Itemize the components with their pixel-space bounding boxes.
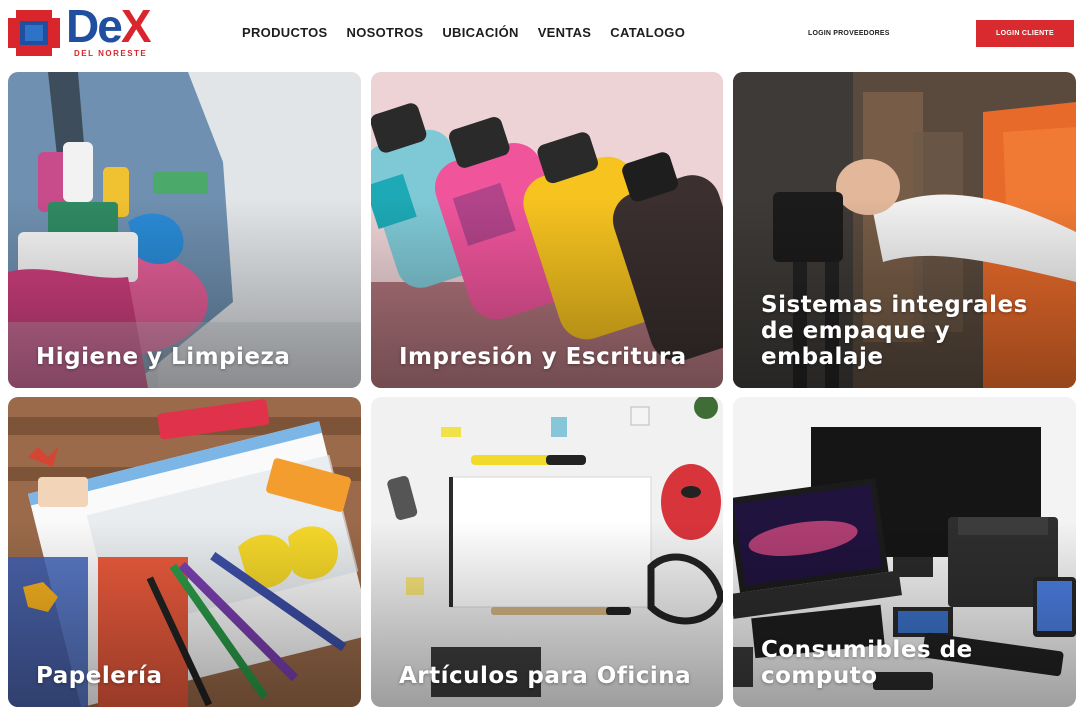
category-title: Artículos para Oficina [399,663,692,689]
brand-tagline: DEL NORESTE [74,49,148,58]
category-title: Impresión y Escritura [399,344,687,370]
main-nav: PRODUCTOS NOSOTROS UBICACIÓN VENTAS CATA… [242,25,685,40]
logo-mark-icon [8,10,60,56]
nav-item-ubicacion[interactable]: UBICACIÓN [442,25,518,40]
category-card-computo[interactable]: Consumibles de computo [733,397,1076,707]
login-client-button[interactable]: LOGIN CLIENTE [976,20,1074,47]
nav-item-nosotros[interactable]: NOSOTROS [347,25,424,40]
category-title: Higiene y Limpieza [36,344,291,370]
category-title: Sistemas integrales de empaque y embalaj… [761,292,1028,370]
category-title: Papelería [36,663,163,689]
category-card-empaque[interactable]: Sistemas integrales de empaque y embalaj… [733,72,1076,388]
nav-item-productos[interactable]: PRODUCTOS [242,25,328,40]
category-card-oficina[interactable]: Artículos para Oficina [371,397,723,707]
brand-logo[interactable]: DeX DEL NORESTE [8,2,190,60]
brand-wordmark: DeX [66,0,151,52]
category-card-higiene[interactable]: Higiene y Limpieza [8,72,361,388]
category-title: Consumibles de computo [761,637,973,689]
site-header: DeX DEL NORESTE PRODUCTOS NOSOTROS UBICA… [0,0,1076,68]
category-card-impresion[interactable]: Impresión y Escritura [371,72,723,388]
category-card-papeleria[interactable]: Papelería [8,397,361,707]
nav-item-ventas[interactable]: VENTAS [538,25,592,40]
login-providers-link[interactable]: LOGIN PROVEEDORES [808,30,890,37]
nav-item-catalogo[interactable]: CATALOGO [610,25,685,40]
